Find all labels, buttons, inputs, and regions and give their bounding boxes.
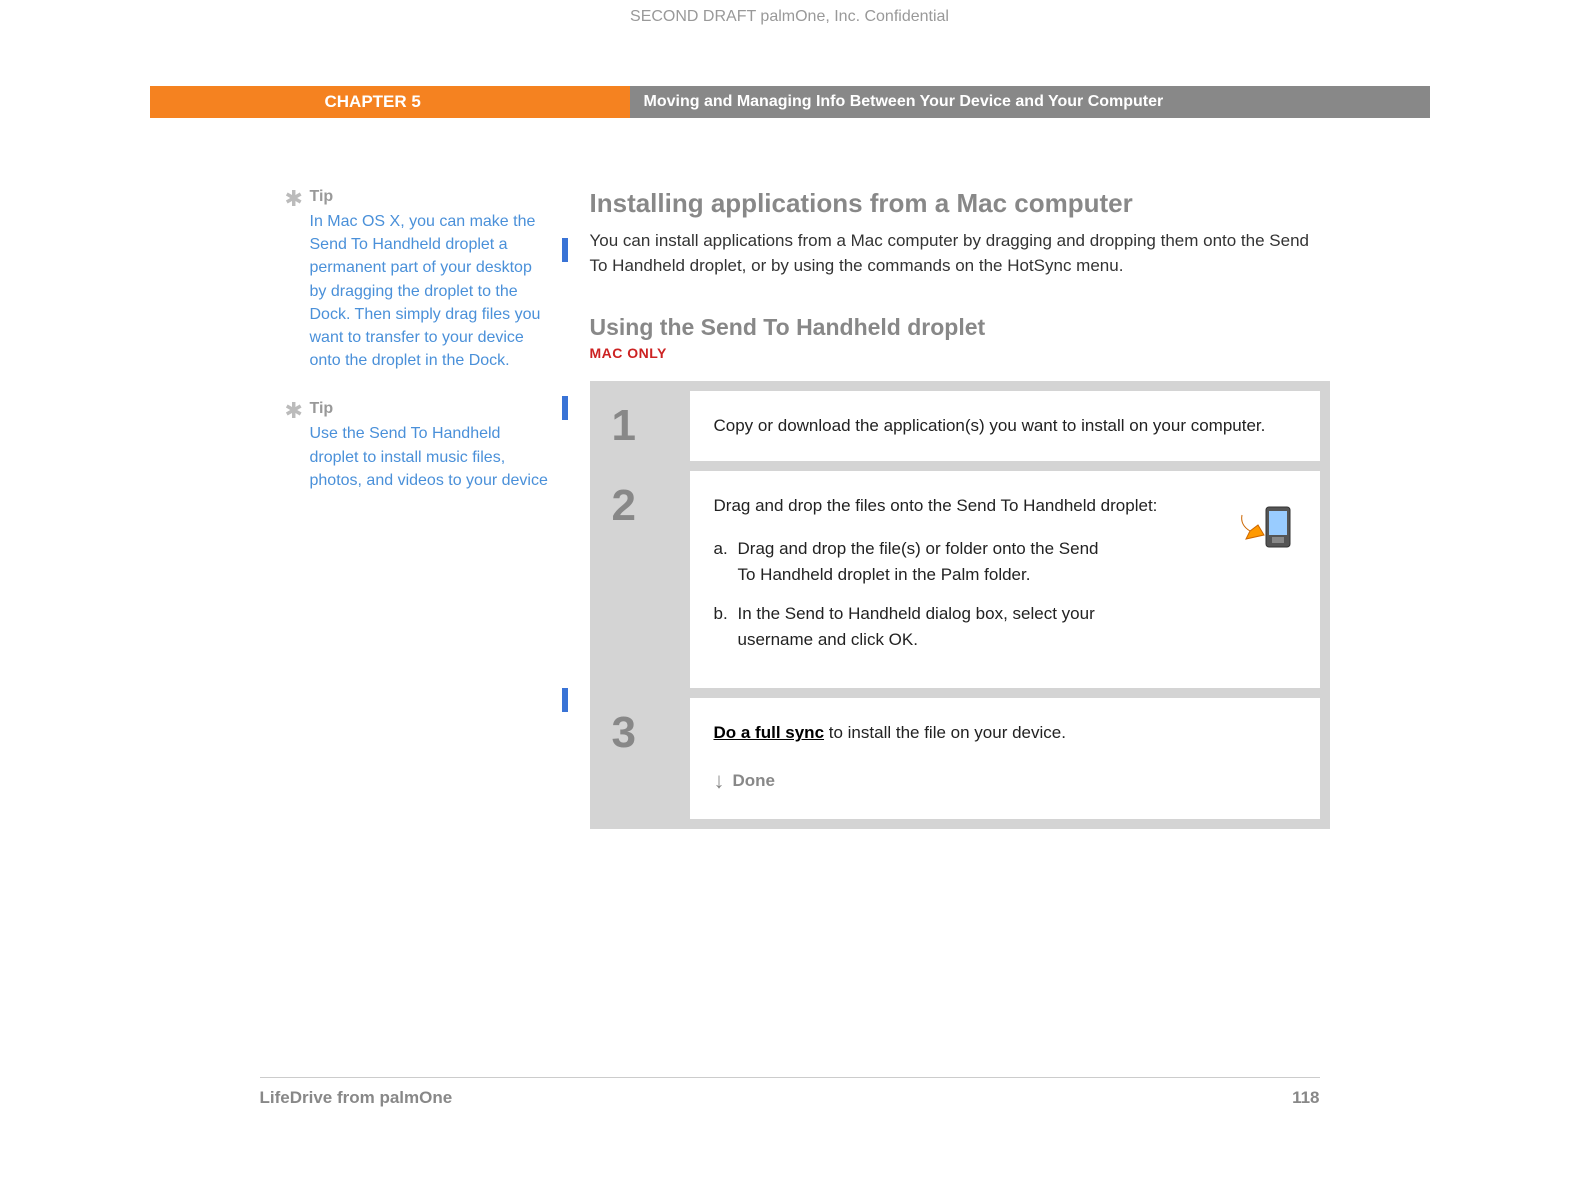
- step-text: Copy or download the application(s) you …: [714, 416, 1266, 435]
- done-label: Done: [733, 768, 776, 794]
- sub-section-title: Using the Send To Handheld droplet: [590, 314, 1330, 341]
- step-number: 1: [600, 391, 690, 461]
- page-footer: LifeDrive from palmOne 118: [260, 1077, 1320, 1108]
- tip-text: In Mac OS X, you can make the Send To Ha…: [310, 210, 550, 372]
- down-arrow-icon: ↓: [714, 764, 725, 797]
- tip-label: Tip: [310, 400, 550, 418]
- done-indicator: ↓ Done: [714, 764, 1296, 797]
- chapter-banner: CHAPTER 5 Moving and Managing Info Betwe…: [150, 86, 1430, 118]
- change-bar-icon: [562, 238, 568, 262]
- asterisk-icon: ✱: [285, 398, 303, 424]
- substep-text: Drag and drop the file(s) or folder onto…: [738, 536, 1118, 587]
- step-body: Drag and drop the files onto the Send To…: [690, 471, 1320, 689]
- confidential-header: SECOND DRAFT palmOne, Inc. Confidential: [150, 8, 1430, 26]
- step-row: 2 Drag and drop the files onto the Send …: [600, 471, 1320, 689]
- page-number: 118: [1292, 1088, 1319, 1108]
- full-sync-link[interactable]: Do a full sync: [714, 723, 825, 742]
- tip-block: ✱ Tip Use the Send To Handheld droplet t…: [280, 400, 550, 492]
- substep: b. In the Send to Handheld dialog box, s…: [714, 601, 1216, 652]
- platform-badge: MAC ONLY: [590, 345, 1330, 361]
- change-bar-icon: [562, 396, 568, 420]
- step-row: 1 Copy or download the application(s) yo…: [600, 391, 1320, 461]
- substep: a. Drag and drop the file(s) or folder o…: [714, 536, 1216, 587]
- change-bar-icon: [562, 688, 568, 712]
- sidebar: ✱ Tip In Mac OS X, you can make the Send…: [280, 188, 550, 829]
- step-row: 3 Do a full sync to install the file on …: [600, 698, 1320, 819]
- substep-letter: a.: [714, 536, 738, 587]
- steps-container: 1 Copy or download the application(s) yo…: [590, 381, 1330, 829]
- step-body: Copy or download the application(s) you …: [690, 391, 1320, 461]
- section-description: You can install applications from a Mac …: [590, 229, 1330, 278]
- asterisk-icon: ✱: [285, 186, 303, 212]
- product-name: LifeDrive from palmOne: [260, 1088, 453, 1108]
- step-number: 3: [600, 698, 690, 819]
- chapter-label: CHAPTER 5: [150, 86, 630, 118]
- tip-text: Use the Send To Handheld droplet to inst…: [310, 422, 550, 492]
- step-rest-text: to install the file on your device.: [824, 723, 1066, 742]
- step-body: Do a full sync to install the file on yo…: [690, 698, 1320, 819]
- tip-block: ✱ Tip In Mac OS X, you can make the Send…: [280, 188, 550, 372]
- send-to-handheld-icon: [1236, 497, 1296, 557]
- main-content: Installing applications from a Mac compu…: [590, 188, 1330, 829]
- step-intro: Drag and drop the files onto the Send To…: [714, 493, 1216, 519]
- chapter-title: Moving and Managing Info Between Your De…: [630, 86, 1430, 118]
- section-title: Installing applications from a Mac compu…: [590, 188, 1330, 219]
- tip-label: Tip: [310, 188, 550, 206]
- substep-letter: b.: [714, 601, 738, 652]
- step-number: 2: [600, 471, 690, 689]
- substep-text: In the Send to Handheld dialog box, sele…: [738, 601, 1118, 652]
